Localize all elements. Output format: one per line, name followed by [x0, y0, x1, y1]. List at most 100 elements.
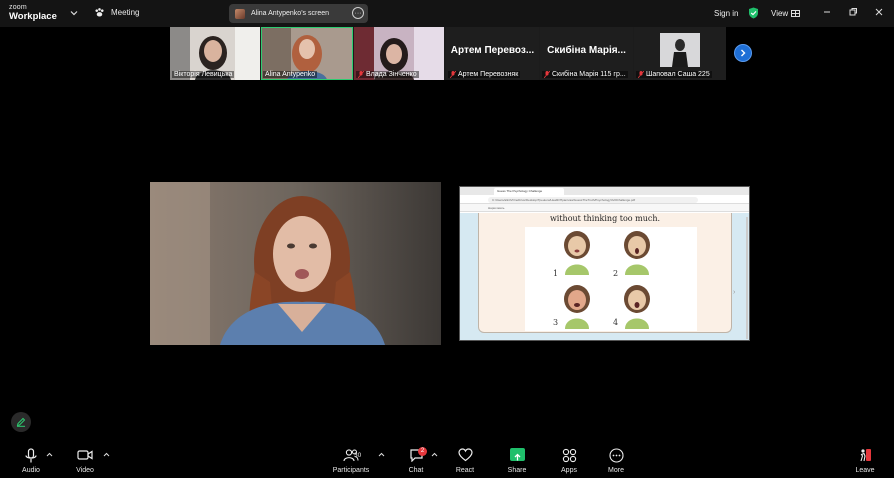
- speaker-video-frame: [150, 182, 441, 345]
- chat-button[interactable]: 2 Chat: [391, 442, 441, 478]
- participant-name: Артем Перевозняк: [448, 71, 521, 78]
- participant-name: Вікторія Левицька: [172, 71, 235, 78]
- participants-button[interactable]: 30 Participants: [326, 442, 376, 478]
- girl-face-illustration: [624, 285, 650, 329]
- chevron-up-icon[interactable]: [431, 452, 438, 457]
- girl-face-illustration: [564, 285, 590, 329]
- chat-unread-badge: 2: [418, 447, 427, 456]
- pdf-draw-tool[interactable]: Нарисовать: [488, 206, 504, 210]
- react-button[interactable]: React: [440, 442, 490, 478]
- apps-icon: [562, 448, 576, 463]
- minimize-icon[interactable]: [822, 7, 832, 17]
- logo-line2: Workplace: [9, 11, 57, 22]
- mic-muted-icon: [450, 71, 456, 78]
- chevron-down-icon[interactable]: [70, 9, 78, 17]
- close-icon[interactable]: [874, 7, 884, 17]
- participant-name: Alina Antypenko: [263, 71, 318, 78]
- participant-name: Влада Зінченко: [356, 71, 419, 78]
- participant-tile[interactable]: Влада Зінченко: [354, 27, 444, 80]
- shield-icon[interactable]: [748, 7, 759, 19]
- microphone-icon: [25, 448, 37, 463]
- shared-screen[interactable]: Guess The Psychology Challenge C:/Users/…: [459, 186, 750, 341]
- participant-display-name: Скибіна Марія...: [547, 45, 626, 56]
- leave-icon: [859, 449, 871, 462]
- meeting-toolbar: Audio Video 30 Participants 2 Chat React…: [0, 442, 894, 478]
- paw-icon: [95, 8, 104, 17]
- zoom-logo[interactable]: zoom Workplace: [9, 4, 57, 22]
- leave-label: Leave: [855, 467, 875, 474]
- chevron-right-icon: [741, 49, 746, 57]
- browser-tab[interactable]: Guess The Psychology Challenge: [494, 188, 564, 195]
- participant-name-text: Влада Зінченко: [366, 71, 417, 78]
- girl-face-illustration: [624, 231, 650, 275]
- view-button[interactable]: View: [771, 9, 801, 18]
- participant-tile[interactable]: Шаповал Саша 225: [634, 27, 726, 80]
- restore-icon[interactable]: [848, 7, 858, 17]
- mic-muted-icon: [358, 71, 364, 78]
- heart-icon: [457, 448, 473, 462]
- view-label: View: [771, 9, 789, 18]
- participant-strip: Вікторія Левицька Alina Antypenko Влада …: [170, 27, 726, 80]
- sign-in-link[interactable]: Sign in: [714, 9, 738, 18]
- annotate-button[interactable]: [11, 412, 31, 432]
- speaker-video[interactable]: [150, 182, 441, 345]
- more-label: More: [608, 467, 624, 474]
- screen-share-label: Alina Antypenko's screen: [251, 10, 329, 17]
- share-screen-icon: [509, 448, 525, 461]
- url-field[interactable]: C:/Users/alinth/OneDrive/Desktop/Тренінг…: [488, 196, 698, 203]
- face-number: 4: [613, 318, 619, 327]
- face-number: 3: [553, 318, 559, 327]
- girl-face-illustration: [564, 231, 590, 275]
- next-page-button[interactable]: [734, 44, 752, 62]
- participant-name-text: Артем Перевозняк: [458, 71, 519, 78]
- participants-label: Participants: [332, 467, 370, 474]
- slide-page: without thinking too much. 1 2 3 4 ›: [478, 213, 735, 333]
- video-button[interactable]: Video: [60, 442, 110, 478]
- participant-name-text: Шаповал Саша 225: [646, 71, 710, 78]
- leave-button[interactable]: Leave: [840, 442, 890, 478]
- more-icon: [608, 448, 624, 463]
- slide-text: without thinking too much.: [549, 214, 661, 223]
- pdf-toolbar: Нарисовать: [460, 204, 749, 212]
- face-number: 2: [613, 269, 619, 278]
- apps-button[interactable]: Apps: [544, 442, 594, 478]
- chevron-up-icon[interactable]: [378, 452, 385, 457]
- participant-display-name: Артем Перевоз...: [450, 45, 535, 56]
- top-bar: zoom Workplace Meeting Alina Antypenko's…: [0, 0, 894, 27]
- screen-share-indicator[interactable]: Alina Antypenko's screen ···: [229, 4, 368, 23]
- audio-button[interactable]: Audio: [6, 442, 56, 478]
- apps-label: Apps: [561, 467, 577, 474]
- browser-tab-bar: Guess The Psychology Challenge: [460, 187, 749, 195]
- participants-count: 30: [354, 452, 362, 459]
- chevron-up-icon[interactable]: [103, 452, 110, 457]
- audio-label: Audio: [22, 467, 40, 474]
- share-label: Share: [507, 467, 527, 474]
- participant-name-text: Скибіна Марія 115 гр...: [552, 71, 626, 78]
- face-number: 1: [553, 269, 559, 278]
- chevron-up-icon[interactable]: [46, 452, 53, 457]
- video-label: Video: [76, 467, 94, 474]
- mic-muted-icon: [638, 71, 644, 78]
- avatar: [235, 8, 245, 19]
- meeting-info-button[interactable]: Meeting: [94, 7, 139, 18]
- more-options-icon[interactable]: ···: [352, 7, 364, 19]
- logo-line1: zoom: [9, 4, 27, 11]
- video-camera-icon: [77, 450, 93, 460]
- chevron-right-icon[interactable]: ›: [733, 289, 735, 296]
- react-label: React: [455, 467, 475, 474]
- participant-tile[interactable]: Alina Antypenko: [261, 27, 353, 80]
- participant-name: Шаповал Саша 225: [636, 71, 712, 78]
- participant-tile[interactable]: Скибіна Марія... Скибіна Марія 115 гр...: [540, 27, 633, 80]
- pencil-icon: [16, 417, 26, 427]
- browser-address-bar: C:/Users/alinth/OneDrive/Desktop/Тренінг…: [460, 195, 749, 204]
- more-button[interactable]: More: [591, 442, 641, 478]
- scrollbar[interactable]: [746, 217, 748, 339]
- participant-name: Скибіна Марія 115 гр...: [542, 71, 628, 78]
- grid-view-icon: [791, 10, 801, 17]
- chat-label: Chat: [408, 467, 424, 474]
- participant-tile[interactable]: Артем Перевоз... Артем Перевозняк: [446, 27, 539, 80]
- participant-tile[interactable]: Вікторія Левицька: [170, 27, 260, 80]
- faces-image: 1 2 3 4: [525, 227, 697, 331]
- share-screen-button[interactable]: Share: [492, 442, 542, 478]
- meeting-label: Meeting: [111, 8, 140, 17]
